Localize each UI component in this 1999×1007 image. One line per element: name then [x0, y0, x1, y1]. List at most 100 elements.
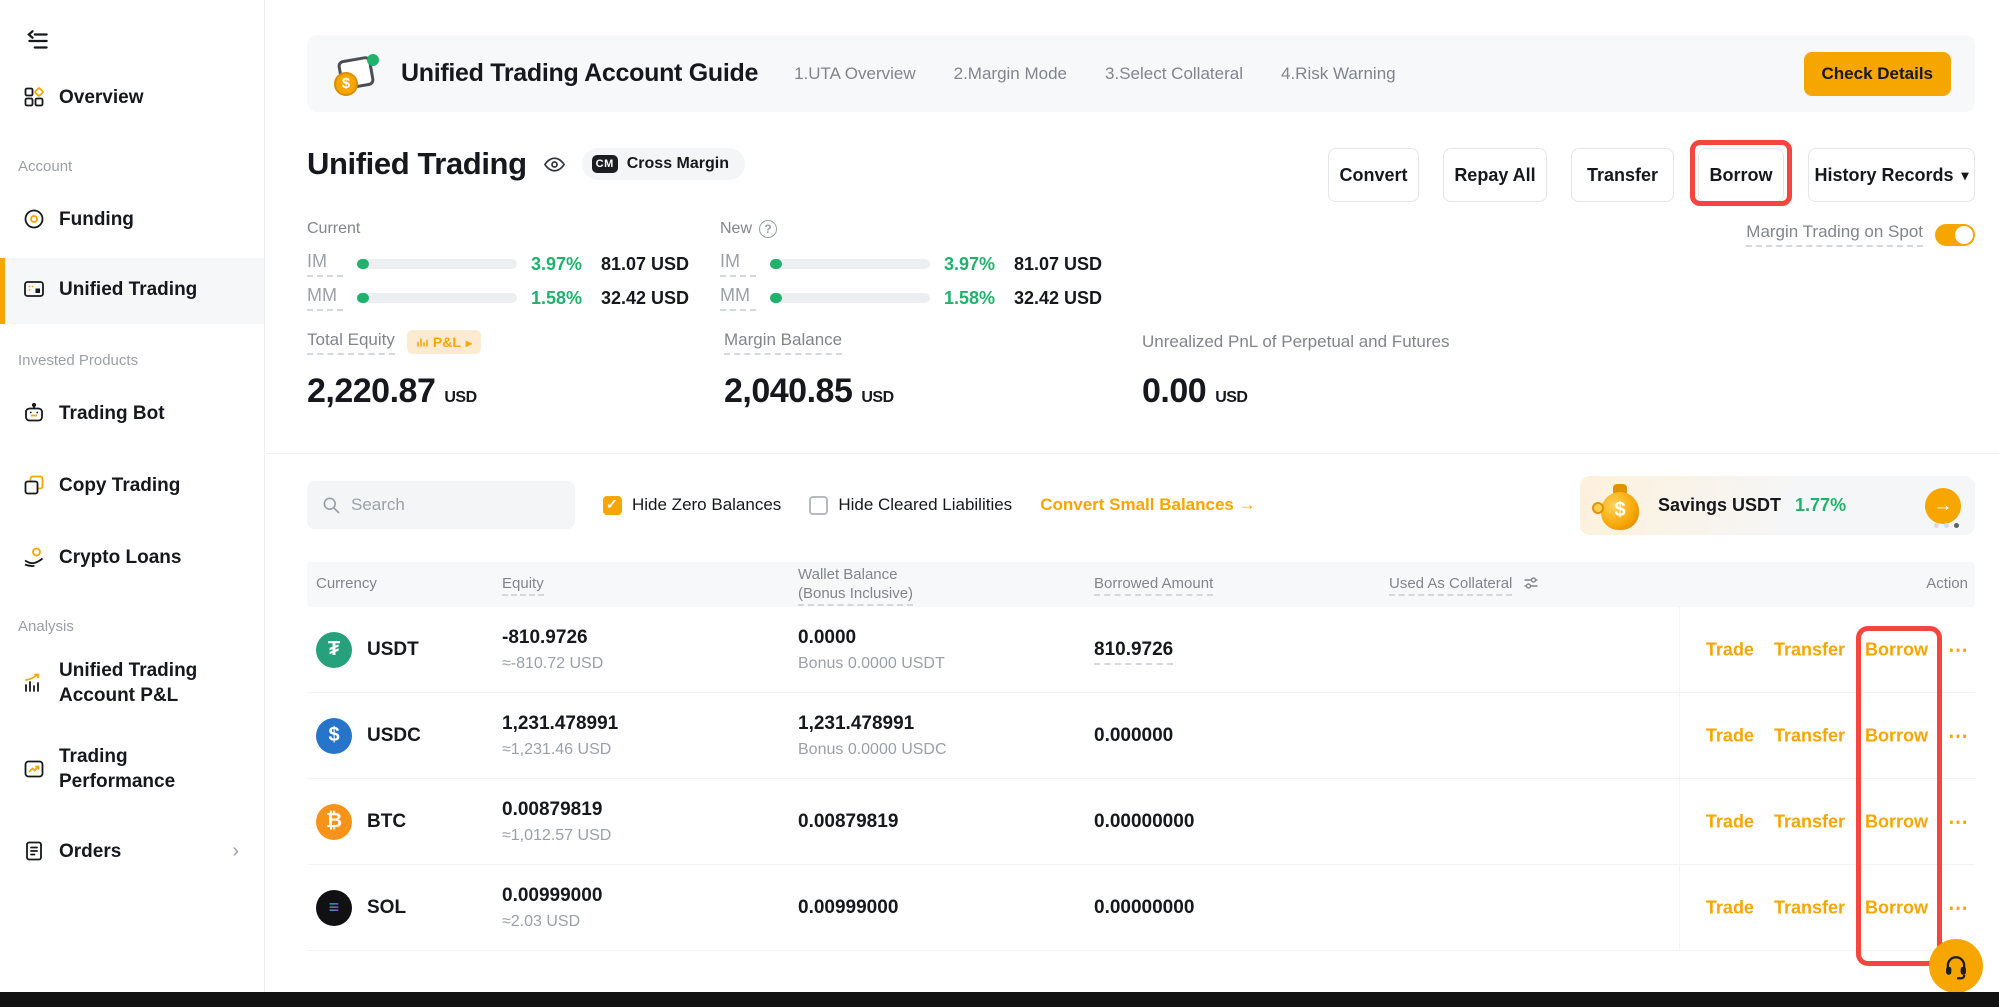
- sidebar-item-funding[interactable]: Funding: [0, 206, 264, 232]
- sidebar-item-orders[interactable]: Orders ›: [0, 838, 264, 864]
- guide-title: Unified Trading Account Guide: [401, 59, 758, 88]
- guide-step-2[interactable]: 2.Margin Mode: [954, 64, 1067, 84]
- savings-arrow-button[interactable]: [1925, 488, 1961, 524]
- checkbox-checked-icon[interactable]: [603, 496, 622, 515]
- guide-moneybag-icon: [331, 48, 383, 100]
- guide-step-3[interactable]: 3.Select Collateral: [1105, 64, 1243, 84]
- trade-link[interactable]: Trade: [1706, 725, 1754, 746]
- im-progress-bar: [357, 259, 517, 269]
- mm-value: 32.42 USD: [601, 288, 689, 309]
- sidebar-item-label: Copy Trading: [59, 473, 180, 498]
- margin-mode-badge[interactable]: CM Cross Margin: [582, 148, 745, 180]
- history-records-button[interactable]: History Records: [1808, 148, 1975, 202]
- currency-cell: ≡ SOL: [316, 890, 406, 926]
- guide-step-4[interactable]: 4.Risk Warning: [1281, 64, 1396, 84]
- convert-small-balances-link[interactable]: Convert Small Balances →: [1040, 495, 1255, 515]
- trade-link[interactable]: Trade: [1706, 897, 1754, 918]
- asset-table-header: Currency Equity Wallet Balance(Bonus Inc…: [307, 562, 1975, 607]
- customer-support-button[interactable]: [1929, 939, 1983, 993]
- sidebar-item-overview[interactable]: Overview: [0, 84, 264, 110]
- borrow-link[interactable]: Borrow: [1865, 725, 1928, 746]
- sidebar-item-label: Crypto Loans: [59, 545, 181, 570]
- sidebar-item-trading-bot[interactable]: Trading Bot: [0, 400, 264, 426]
- btc-icon: ₿: [316, 804, 352, 840]
- currency-cell: ₮ USDT: [316, 632, 419, 668]
- trade-link[interactable]: Trade: [1706, 811, 1754, 832]
- trading-bot-icon: [21, 400, 47, 426]
- more-options-icon[interactable]: [1948, 637, 1968, 662]
- new-label: New: [720, 220, 752, 238]
- asset-filters-row: Hide Zero Balances Hide Cleared Liabilit…: [307, 481, 1256, 529]
- sidebar-item-label: Unified Trading: [59, 277, 197, 302]
- borrow-link[interactable]: Borrow: [1865, 897, 1928, 918]
- sol-icon: ≡: [316, 890, 352, 926]
- savings-rate: 1.77%: [1795, 495, 1846, 516]
- check-details-button[interactable]: Check Details: [1804, 52, 1952, 96]
- equity-cell: 0.00999000 ≈2.03 USD: [502, 885, 602, 931]
- borrow-button[interactable]: Borrow: [1698, 148, 1784, 202]
- sidebar-item-label: Trading Bot: [59, 401, 165, 426]
- more-options-icon[interactable]: [1948, 809, 1968, 834]
- sidebar-item-trading-performance[interactable]: TradingPerformance: [0, 744, 264, 794]
- more-options-icon[interactable]: [1948, 723, 1968, 748]
- sidebar-item-label: TradingPerformance: [59, 744, 175, 794]
- current-margin-block: Current IM 3.97% 81.07 USD MM 1.58% 32.4…: [307, 218, 689, 308]
- table-row-usdc: $ USDC 1,231.478991 ≈1,231.46 USD 1,231.…: [307, 693, 1975, 779]
- search-input[interactable]: [351, 495, 551, 515]
- transfer-link[interactable]: Transfer: [1774, 725, 1845, 746]
- action-cell: Trade Transfer Borrow: [1706, 895, 1968, 920]
- collateral-filter-icon: [1523, 575, 1539, 591]
- total-equity-label: Total Equity: [307, 330, 395, 355]
- checkbox-unchecked-icon[interactable]: [809, 496, 828, 515]
- margin-trading-on-spot-toggle[interactable]: [1935, 224, 1975, 246]
- sidebar-item-crypto-loans[interactable]: Crypto Loans: [0, 544, 264, 570]
- margin-balance-label: Margin Balance: [724, 330, 842, 355]
- convert-button[interactable]: Convert: [1328, 148, 1419, 202]
- transfer-button[interactable]: Transfer: [1571, 148, 1674, 202]
- mm-progress-bar: [770, 293, 930, 303]
- pnl-badge[interactable]: P&L: [407, 330, 481, 354]
- search-box[interactable]: [307, 481, 575, 529]
- transfer-link[interactable]: Transfer: [1774, 639, 1845, 660]
- sidebar-item-uta-pnl[interactable]: Unified TradingAccount P&L: [0, 658, 264, 708]
- hide-cleared-liabilities-checkbox[interactable]: Hide Cleared Liabilities: [809, 495, 1012, 515]
- table-row-btc: ₿ BTC 0.00879819 ≈1,012.57 USD 0.0087981…: [307, 779, 1975, 865]
- more-options-icon[interactable]: [1948, 895, 1968, 920]
- moneybag-icon: [1594, 476, 1646, 532]
- im-label: IM: [307, 251, 343, 277]
- new-margin-block: New ? IM 3.97% 81.07 USD MM 1.58% 32.42 …: [720, 218, 1102, 308]
- sidebar-item-unified-trading[interactable]: Unified Trading: [0, 276, 264, 302]
- sidebar-item-label: Funding: [59, 207, 134, 232]
- cross-margin-icon: CM: [592, 155, 618, 173]
- col-equity: Equity: [502, 575, 544, 592]
- repay-all-button[interactable]: Repay All: [1443, 148, 1547, 202]
- carousel-dots: [1934, 523, 1959, 528]
- table-row-usdt: ₮ USDT -810.9726 ≈-810.72 USD 0.0000 Bon…: [307, 607, 1975, 693]
- col-currency: Currency: [316, 575, 377, 592]
- guide-step-1[interactable]: 1.UTA Overview: [794, 64, 916, 84]
- im-value: 81.07 USD: [1014, 254, 1102, 275]
- crypto-loans-icon: [21, 544, 47, 570]
- column-divider: [1679, 865, 1680, 950]
- trade-link[interactable]: Trade: [1706, 639, 1754, 660]
- help-icon[interactable]: ?: [759, 220, 777, 238]
- header-actions: Convert Repay All Transfer Borrow Histor…: [1328, 148, 1975, 202]
- total-equity-block: Total Equity P&L 2,220.87USD: [307, 330, 481, 411]
- transfer-link[interactable]: Transfer: [1774, 897, 1845, 918]
- column-divider: [1679, 693, 1680, 778]
- borrow-link[interactable]: Borrow: [1865, 811, 1928, 832]
- im-label: IM: [720, 251, 756, 277]
- eye-icon[interactable]: [543, 153, 566, 176]
- transfer-link[interactable]: Transfer: [1774, 811, 1845, 832]
- wallet-balance-cell: 0.00999000: [798, 897, 898, 919]
- savings-promo-banner[interactable]: Savings USDT 1.77%: [1580, 476, 1975, 535]
- column-divider: [1679, 607, 1680, 692]
- caret-right-icon: [466, 334, 472, 350]
- sidebar-section-invested-products: Invested Products: [18, 352, 138, 369]
- equity-cell: 1,231.478991 ≈1,231.46 USD: [502, 713, 618, 759]
- action-cell: Trade Transfer Borrow: [1706, 723, 1968, 748]
- sidebar-collapse-button[interactable]: [25, 28, 53, 56]
- borrow-link[interactable]: Borrow: [1865, 639, 1928, 660]
- hide-zero-balances-checkbox[interactable]: Hide Zero Balances: [603, 495, 781, 515]
- sidebar-item-copy-trading[interactable]: Copy Trading: [0, 472, 264, 498]
